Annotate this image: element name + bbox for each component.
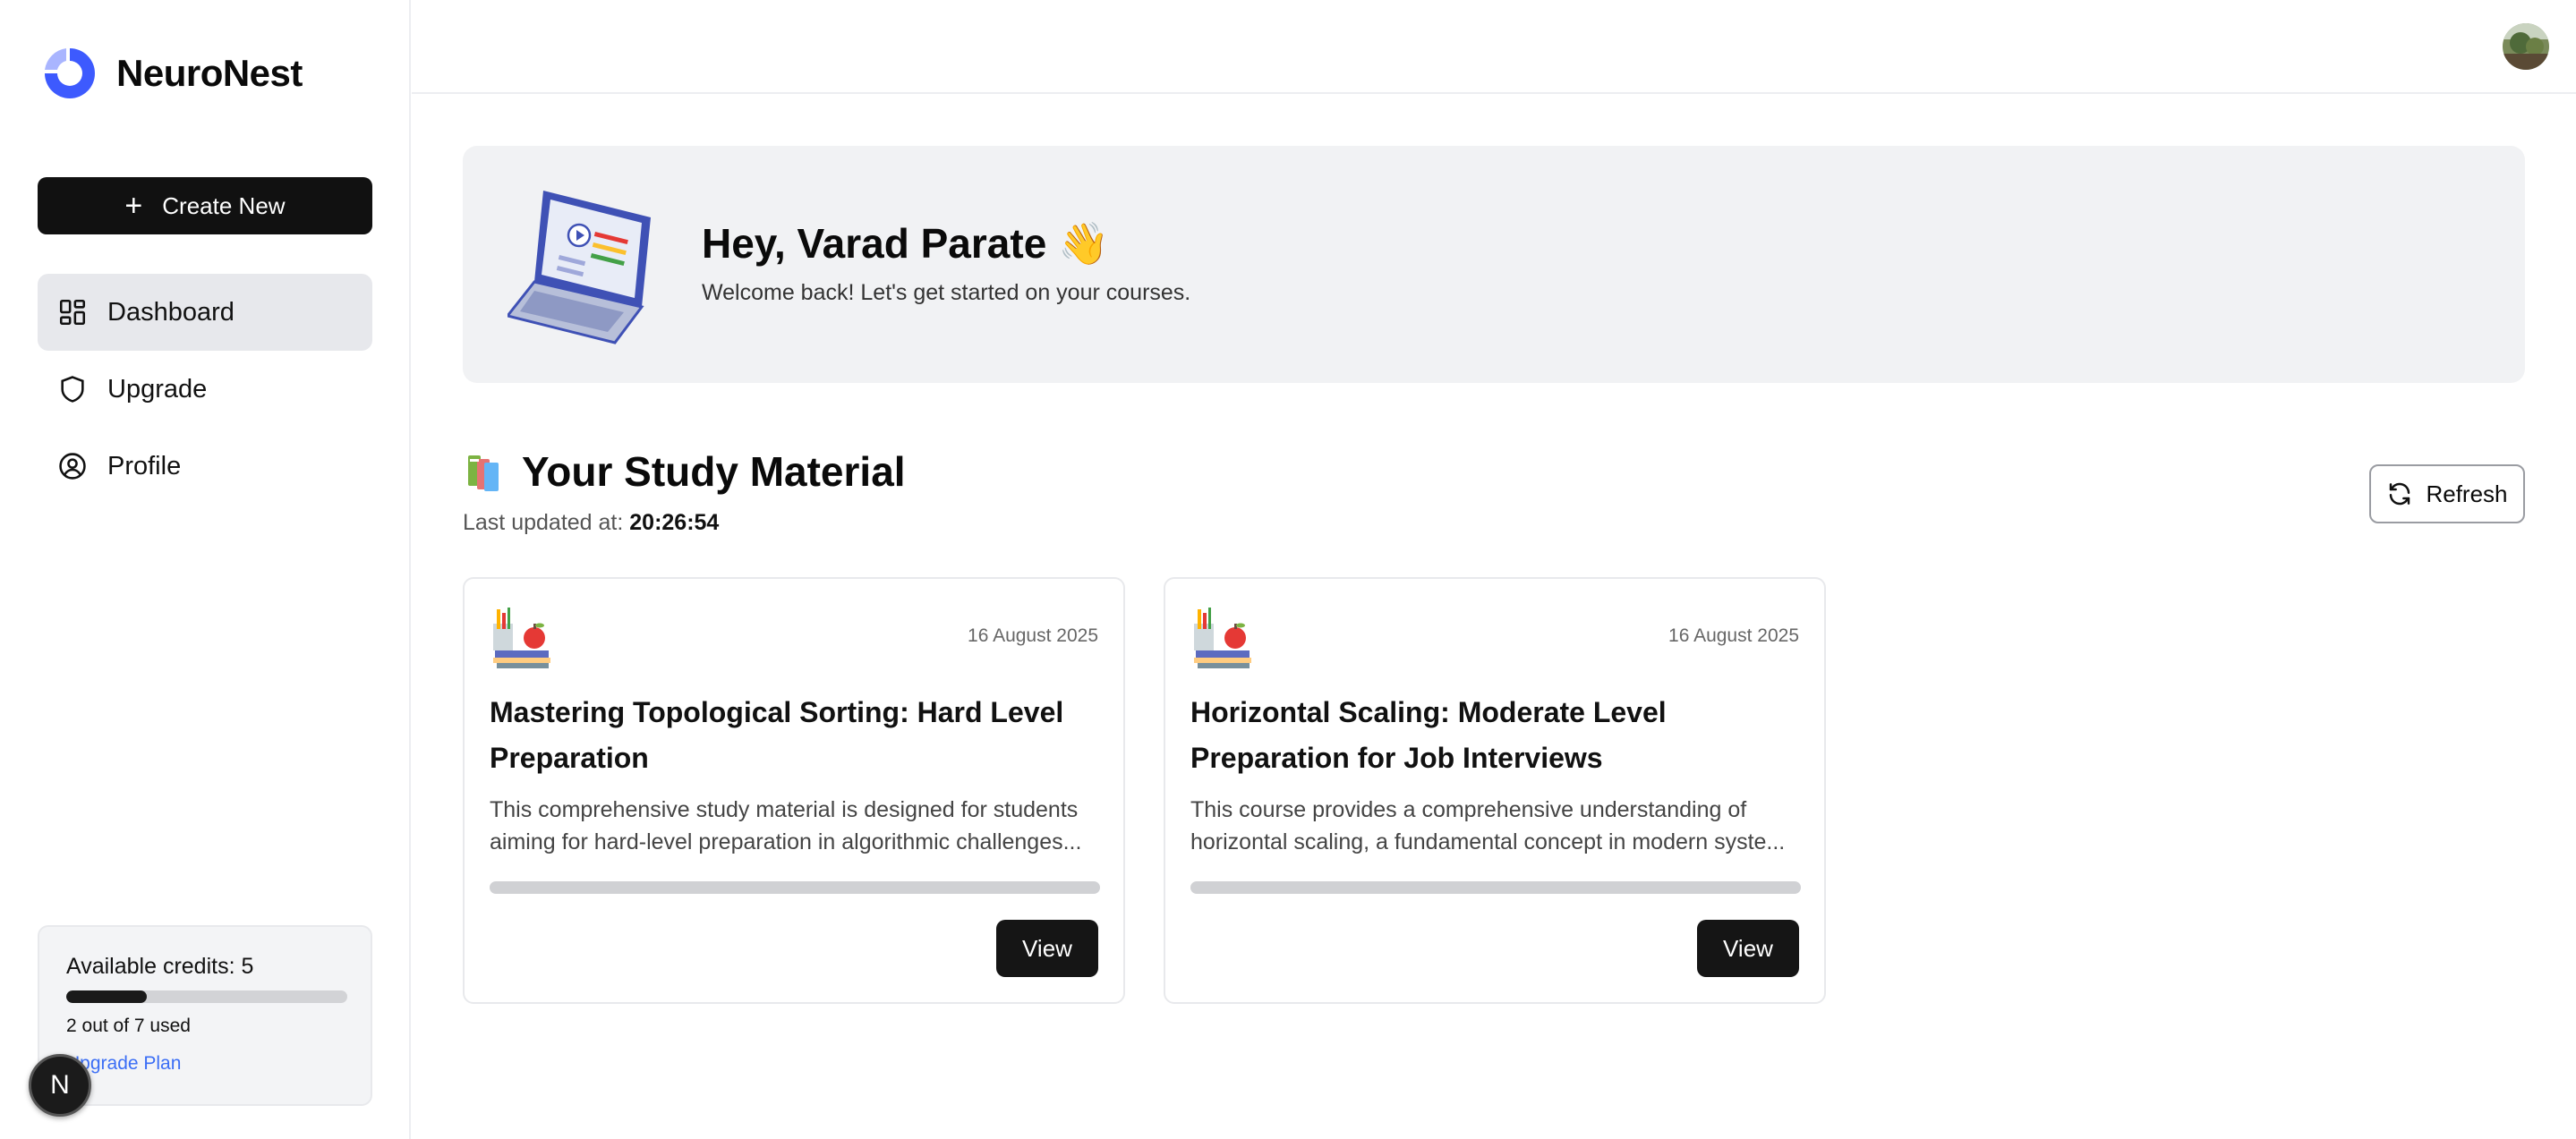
sidebar-item-profile[interactable]: Profile <box>38 428 372 505</box>
floating-user-avatar[interactable]: N <box>29 1054 91 1117</box>
brand-name: NeuroNest <box>116 52 303 94</box>
sidebar-item-label: Profile <box>107 451 182 480</box>
course-card: 16 August 2025 Mastering Topological Sor… <box>463 577 1125 1004</box>
avatar-photo-icon <box>2503 23 2549 70</box>
refresh-label: Refresh <box>2426 480 2508 507</box>
user-circle-icon <box>59 453 86 480</box>
top-bar <box>412 0 2576 94</box>
last-updated-label: Last updated at: <box>463 510 624 535</box>
refresh-button[interactable]: Refresh <box>2369 464 2525 523</box>
welcome-banner: Hey, Varad Parate 👋 Welcome back! Let's … <box>463 146 2525 383</box>
card-progress-bar <box>1190 881 1801 894</box>
credits-used-text: 2 out of 7 used <box>66 1016 191 1036</box>
school-supplies-icon <box>493 608 550 668</box>
sidebar-item-label: Dashboard <box>107 297 235 327</box>
card-description: This comprehensive study material is des… <box>490 797 1082 854</box>
laptop-illustration-icon <box>508 191 651 344</box>
sidebar-item-upgrade[interactable]: Upgrade <box>38 351 372 428</box>
card-title: Horizontal Scaling: Moderate Level Prepa… <box>1190 696 1667 774</box>
last-updated: Last updated at: 20:26:54 <box>463 510 719 536</box>
greeting-heading: Hey, Varad Parate 👋 <box>702 220 1110 267</box>
user-avatar[interactable] <box>2503 23 2549 70</box>
last-updated-time: 20:26:54 <box>629 510 720 535</box>
sidebar-nav: Dashboard Upgrade Profile <box>38 274 372 505</box>
card-date: 16 August 2025 <box>1668 625 1799 646</box>
card-progress-bar <box>490 881 1100 894</box>
sidebar-item-label: Upgrade <box>107 374 208 404</box>
sidebar: NeuroNest + Create New Dashboard Upgrade… <box>0 0 411 1139</box>
credits-progress-fill <box>66 990 147 1003</box>
study-material-heading: Your Study Material <box>463 447 906 496</box>
shield-icon <box>61 376 84 403</box>
books-icon <box>468 455 499 491</box>
card-description: This course provides a comprehensive und… <box>1190 797 1786 854</box>
refresh-icon <box>2390 482 2410 506</box>
credits-title: Available credits: 5 <box>66 954 254 979</box>
dashboard-icon <box>59 299 86 326</box>
school-supplies-icon <box>1194 608 1251 668</box>
course-card: 16 August 2025 Horizontal Scaling: Moder… <box>1164 577 1826 1004</box>
view-button[interactable]: View <box>1697 920 1799 977</box>
plus-icon: + <box>124 189 143 223</box>
brand-logo[interactable]: NeuroNest <box>36 39 303 107</box>
card-date: 16 August 2025 <box>968 625 1098 646</box>
create-new-label: Create New <box>162 191 286 219</box>
credits-progress-bar <box>66 990 347 1003</box>
sidebar-item-dashboard[interactable]: Dashboard <box>38 274 372 351</box>
neuronest-logo-icon <box>45 48 95 98</box>
create-new-button[interactable]: + Create New <box>38 177 372 234</box>
study-material-title: Your Study Material <box>522 448 906 495</box>
course-card-list: 16 August 2025 Mastering Topological Sor… <box>463 577 1826 1004</box>
greeting-subtitle: Welcome back! Let's get started on your … <box>702 280 1191 305</box>
card-title: Mastering Topological Sorting: Hard Leve… <box>490 696 1064 774</box>
view-button[interactable]: View <box>996 920 1098 977</box>
